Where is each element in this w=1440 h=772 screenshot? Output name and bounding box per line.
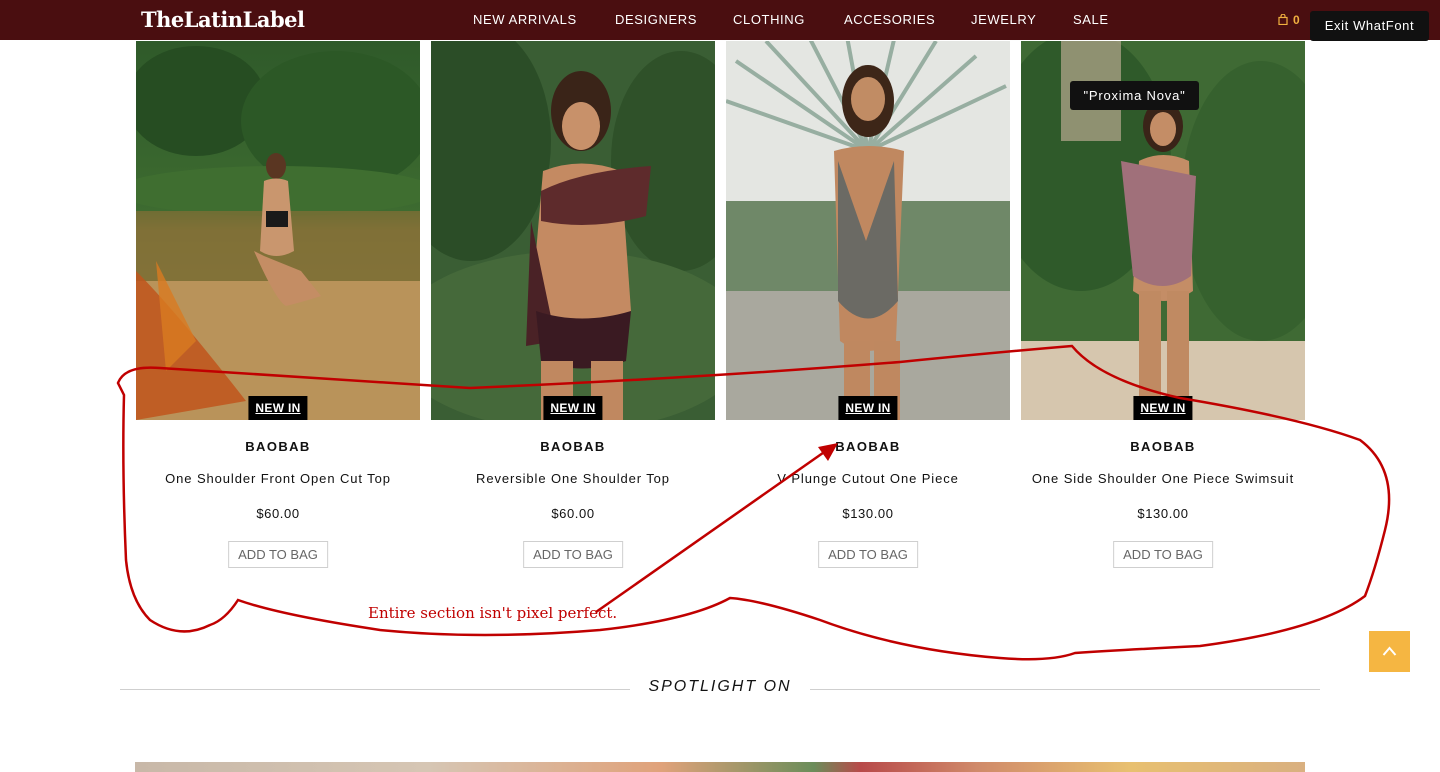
product-name[interactable]: One Side Shoulder One Piece Swimsuit [1021, 471, 1305, 486]
product-price: $130.00 [1137, 506, 1189, 521]
section-title: SPOTLIGHT ON [648, 678, 792, 695]
product-brand[interactable]: BAOBAB [1021, 439, 1305, 454]
add-to-bag-button[interactable]: ADD TO BAG [818, 541, 918, 568]
add-to-bag-button[interactable]: ADD TO BAG [228, 541, 328, 568]
add-to-bag-button[interactable]: ADD TO BAG [523, 541, 623, 568]
new-in-badge: NEW IN [248, 396, 308, 420]
product-image[interactable]: NEW IN [431, 41, 715, 420]
product-image[interactable]: NEW IN [726, 41, 1010, 420]
cart-link[interactable]: 0 [1278, 13, 1300, 27]
cart-count: 0 [1293, 13, 1300, 27]
annotation-note: Entire section isn't pixel perfect. [368, 604, 618, 622]
product-brand[interactable]: BAOBAB [726, 439, 1010, 454]
divider-right [810, 689, 1320, 690]
new-in-badge: NEW IN [1133, 396, 1193, 420]
nav-designers[interactable]: DESIGNERS [615, 12, 697, 27]
product-name[interactable]: Reversible One Shoulder Top [431, 471, 715, 486]
product-brand[interactable]: BAOBAB [136, 439, 420, 454]
nav-accesories[interactable]: ACCESORIES [844, 12, 935, 27]
divider-left [120, 689, 630, 690]
spotlight-banner-image[interactable] [135, 762, 1305, 772]
product-name[interactable]: V Plunge Cutout One Piece [726, 471, 1010, 486]
whatfont-tooltip: "Proxima Nova" [1070, 81, 1199, 110]
new-in-badge: NEW IN [543, 396, 603, 420]
nav-sale[interactable]: SALE [1073, 12, 1109, 27]
product-name[interactable]: One Shoulder Front Open Cut Top [136, 471, 420, 486]
scroll-to-top-button[interactable] [1369, 631, 1410, 672]
site-logo[interactable]: TheLatinLabel [141, 6, 305, 34]
product-price: $60.00 [551, 506, 595, 521]
shopping-bag-icon [1278, 13, 1288, 26]
nav-clothing[interactable]: CLOTHING [733, 12, 805, 27]
product-price: $130.00 [842, 506, 894, 521]
chevron-up-icon [1382, 646, 1397, 656]
nav-new-arrivals[interactable]: NEW ARRIVALS [473, 12, 577, 27]
add-to-bag-button[interactable]: ADD TO BAG [1113, 541, 1213, 568]
top-navigation-bar: TheLatinLabel NEW ARRIVALS DESIGNERS CLO… [0, 0, 1440, 40]
product-price: $60.00 [256, 506, 300, 521]
product-brand[interactable]: BAOBAB [431, 439, 715, 454]
new-in-badge: NEW IN [838, 396, 898, 420]
product-image[interactable]: NEW IN [136, 41, 420, 420]
nav-jewelry[interactable]: JEWELRY [971, 12, 1036, 27]
exit-whatfont-button[interactable]: Exit WhatFont [1310, 11, 1429, 41]
